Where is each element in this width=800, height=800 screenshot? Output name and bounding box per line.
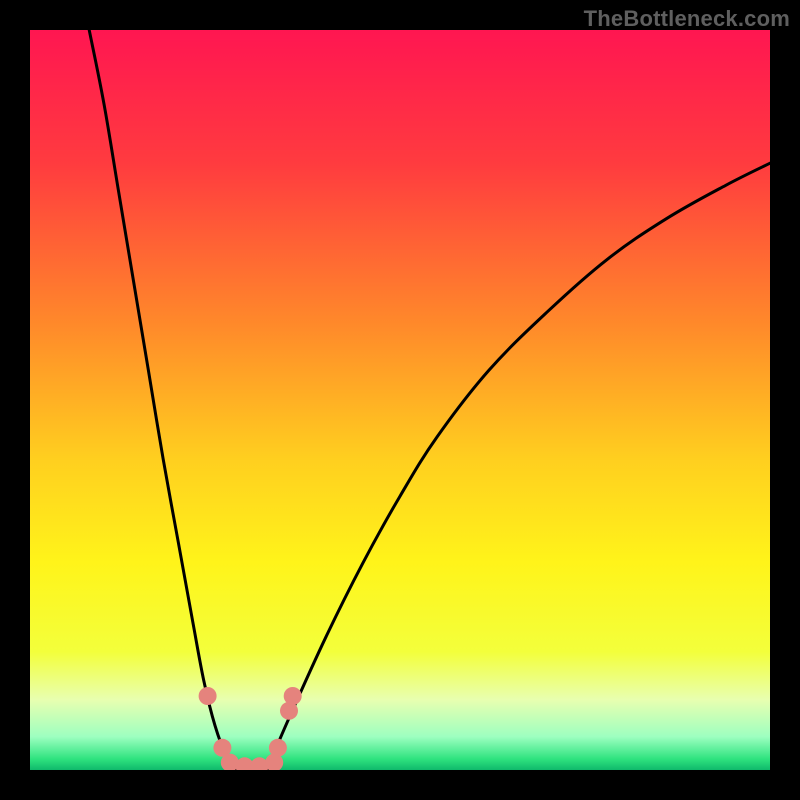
bottleneck-chart xyxy=(30,30,770,770)
chart-frame: TheBottleneck.com xyxy=(0,0,800,800)
data-point-6 xyxy=(269,739,287,757)
watermark-text: TheBottleneck.com xyxy=(584,6,790,32)
data-point-0 xyxy=(199,687,217,705)
plot-area xyxy=(30,30,770,770)
gradient-background xyxy=(30,30,770,770)
data-point-8 xyxy=(284,687,302,705)
